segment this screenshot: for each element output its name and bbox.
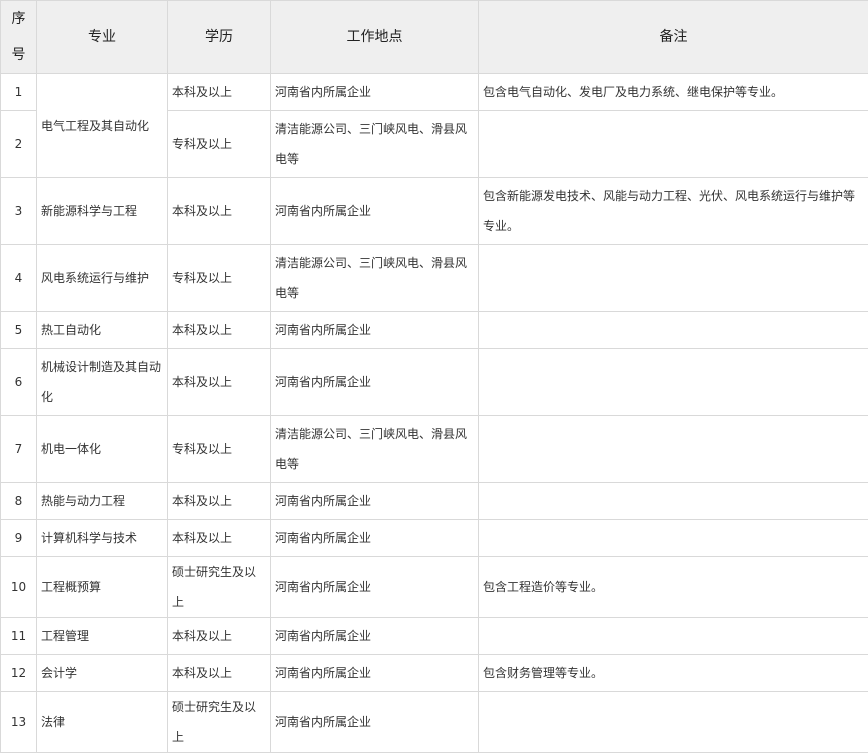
row-location: 河南省内所属企业 — [271, 483, 479, 520]
row-education: 本科及以上 — [168, 520, 271, 557]
row-major: 计算机科学与技术 — [37, 520, 168, 557]
table-row: 6 机械设计制造及其自动化 本科及以上 河南省内所属企业 — [1, 349, 868, 416]
table-row: 4 风电系统运行与维护 专科及以上 清洁能源公司、三门峡风电、滑县风电等 — [1, 245, 868, 312]
row-index: 2 — [1, 111, 37, 178]
table-row: 5 热工自动化 本科及以上 河南省内所属企业 — [1, 312, 868, 349]
row-remarks — [479, 692, 868, 753]
row-major: 工程管理 — [37, 618, 168, 655]
row-remarks: 包含新能源发电技术、风能与动力工程、光伏、风电系统运行与维护等专业。 — [479, 178, 868, 245]
row-index: 7 — [1, 416, 37, 483]
row-remarks — [479, 483, 868, 520]
row-education: 本科及以上 — [168, 349, 271, 416]
row-remarks — [479, 520, 868, 557]
row-location: 河南省内所属企业 — [271, 655, 479, 692]
row-education: 专科及以上 — [168, 416, 271, 483]
row-location: 河南省内所属企业 — [271, 178, 479, 245]
row-remarks — [479, 618, 868, 655]
table-row: 9 计算机科学与技术 本科及以上 河南省内所属企业 — [1, 520, 868, 557]
header-index: 序号 — [1, 1, 37, 74]
row-location: 河南省内所属企业 — [271, 349, 479, 416]
row-location: 清洁能源公司、三门峡风电、滑县风电等 — [271, 245, 479, 312]
row-major: 风电系统运行与维护 — [37, 245, 168, 312]
row-education: 本科及以上 — [168, 483, 271, 520]
row-major: 法律 — [37, 692, 168, 753]
row-index: 3 — [1, 178, 37, 245]
row-index: 11 — [1, 618, 37, 655]
row-remarks — [479, 111, 868, 178]
row-location: 清洁能源公司、三门峡风电、滑县风电等 — [271, 111, 479, 178]
table-header-row: 序号 专业 学历 工作地点 备注 — [1, 1, 868, 74]
table-row: 8 热能与动力工程 本科及以上 河南省内所属企业 — [1, 483, 868, 520]
recruitment-table: 序号 专业 学历 工作地点 备注 1 电气工程及其自动化 本科及以上 河南省内所… — [0, 0, 868, 753]
row-remarks: 包含工程造价等专业。 — [479, 557, 868, 618]
row-index: 6 — [1, 349, 37, 416]
row-education: 硕士研究生及以上 — [168, 557, 271, 618]
row-remarks: 包含财务管理等专业。 — [479, 655, 868, 692]
table-row: 13 法律 硕士研究生及以上 河南省内所属企业 — [1, 692, 868, 753]
row-index: 5 — [1, 312, 37, 349]
row-education: 专科及以上 — [168, 245, 271, 312]
row-location: 河南省内所属企业 — [271, 557, 479, 618]
row-index: 8 — [1, 483, 37, 520]
row-location: 河南省内所属企业 — [271, 312, 479, 349]
row-index: 13 — [1, 692, 37, 753]
row-remarks — [479, 349, 868, 416]
header-remarks: 备注 — [479, 1, 868, 74]
row-major: 新能源科学与工程 — [37, 178, 168, 245]
row-major: 热工自动化 — [37, 312, 168, 349]
row-education: 本科及以上 — [168, 655, 271, 692]
row-education: 本科及以上 — [168, 178, 271, 245]
row-index: 4 — [1, 245, 37, 312]
row-location: 河南省内所属企业 — [271, 618, 479, 655]
row-education: 硕士研究生及以上 — [168, 692, 271, 753]
header-major: 专业 — [37, 1, 168, 74]
row-education: 专科及以上 — [168, 111, 271, 178]
row-major: 会计学 — [37, 655, 168, 692]
row-remarks — [479, 245, 868, 312]
row-index: 12 — [1, 655, 37, 692]
row-index: 10 — [1, 557, 37, 618]
row-location: 清洁能源公司、三门峡风电、滑县风电等 — [271, 416, 479, 483]
row-location: 河南省内所属企业 — [271, 74, 479, 111]
table-row: 10 工程概预算 硕士研究生及以上 河南省内所属企业 包含工程造价等专业。 — [1, 557, 868, 618]
row-education: 本科及以上 — [168, 618, 271, 655]
header-location: 工作地点 — [271, 1, 479, 74]
row-remarks — [479, 416, 868, 483]
row-index: 9 — [1, 520, 37, 557]
row-location: 河南省内所属企业 — [271, 520, 479, 557]
table-row: 11 工程管理 本科及以上 河南省内所属企业 — [1, 618, 868, 655]
row-major: 机械设计制造及其自动化 — [37, 349, 168, 416]
row-major: 机电一体化 — [37, 416, 168, 483]
table-row: 12 会计学 本科及以上 河南省内所属企业 包含财务管理等专业。 — [1, 655, 868, 692]
row-major: 热能与动力工程 — [37, 483, 168, 520]
row-index: 1 — [1, 74, 37, 111]
row-major: 电气工程及其自动化 — [37, 74, 168, 178]
table-row: 3 新能源科学与工程 本科及以上 河南省内所属企业 包含新能源发电技术、风能与动… — [1, 178, 868, 245]
table-row: 7 机电一体化 专科及以上 清洁能源公司、三门峡风电、滑县风电等 — [1, 416, 868, 483]
row-education: 本科及以上 — [168, 312, 271, 349]
table-row: 1 电气工程及其自动化 本科及以上 河南省内所属企业 包含电气自动化、发电厂及电… — [1, 74, 868, 111]
header-education: 学历 — [168, 1, 271, 74]
row-remarks: 包含电气自动化、发电厂及电力系统、继电保护等专业。 — [479, 74, 868, 111]
row-remarks — [479, 312, 868, 349]
row-education: 本科及以上 — [168, 74, 271, 111]
row-location: 河南省内所属企业 — [271, 692, 479, 753]
row-major: 工程概预算 — [37, 557, 168, 618]
